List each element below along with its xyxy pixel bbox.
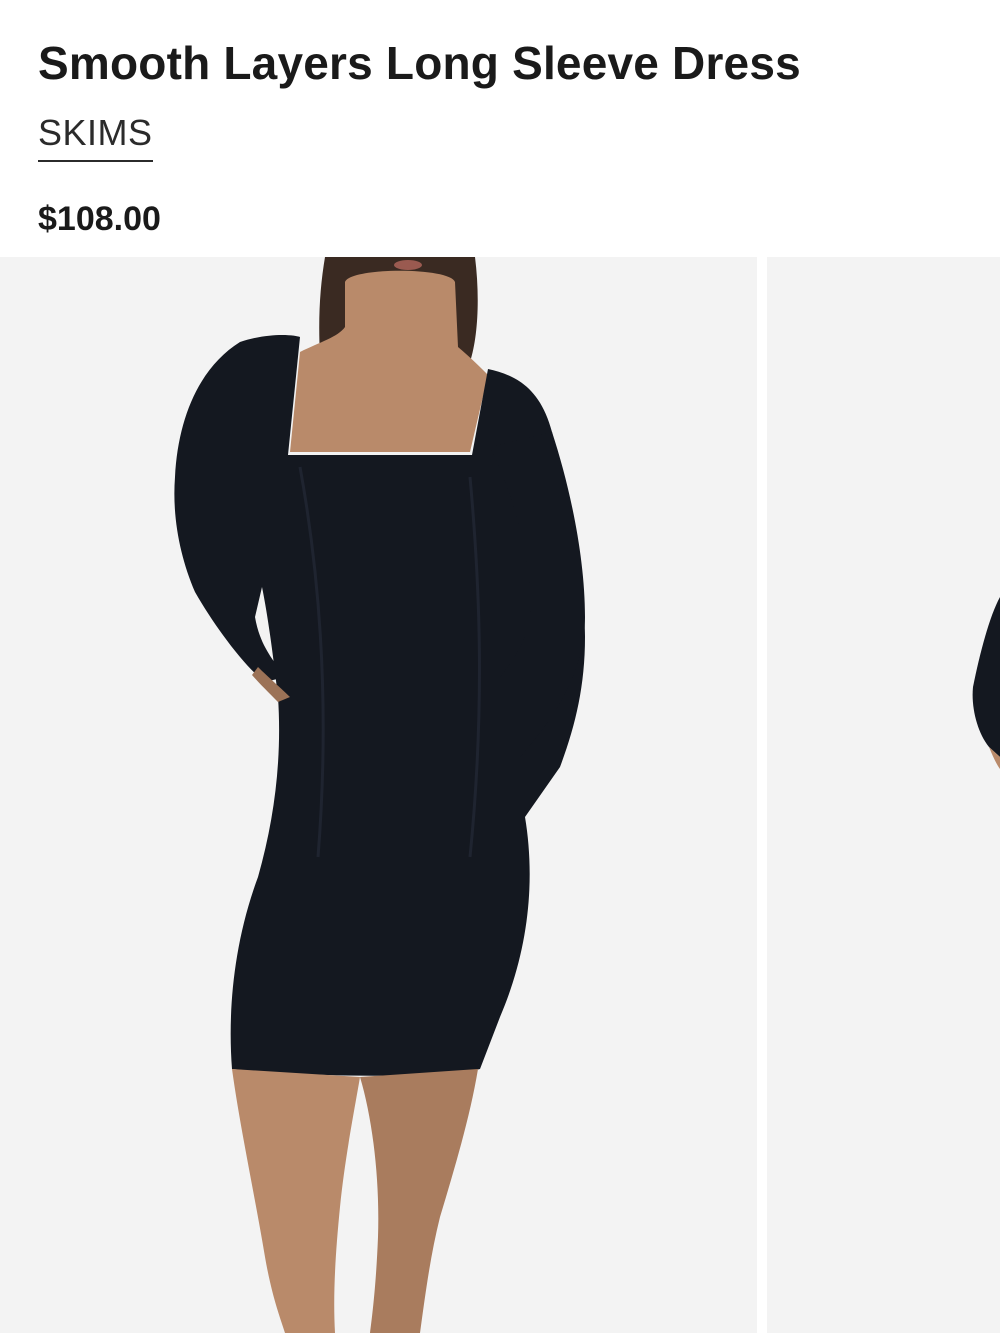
product-image-carousel[interactable] xyxy=(0,257,1000,1333)
product-image-next[interactable] xyxy=(767,257,1000,1333)
product-price: $108.00 xyxy=(38,200,161,238)
brand-link[interactable]: SKIMS xyxy=(38,112,153,162)
model-photo xyxy=(0,257,757,1333)
product-title: Smooth Layers Long Sleeve Dress xyxy=(38,37,801,89)
product-image-main[interactable] xyxy=(0,257,757,1333)
product-header: Smooth Layers Long Sleeve Dress SKIMS $1… xyxy=(0,0,1000,257)
model-photo-next xyxy=(767,257,1000,1333)
